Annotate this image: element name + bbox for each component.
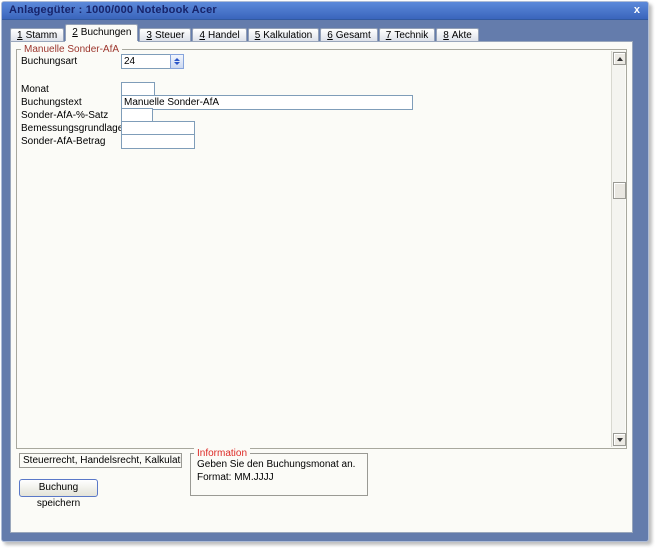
context-status-field: Steuerrecht, Handelsrecht, Kalkulation	[19, 453, 182, 468]
tab-buchungen[interactable]: 2 Buchungen	[65, 24, 139, 41]
tab-accel: 4	[199, 30, 205, 41]
tab-handel[interactable]: 4 Handel	[192, 28, 247, 41]
tab-label: Kalkulation	[263, 30, 313, 41]
tab-label: Gesamt	[335, 30, 371, 41]
titlebar: Anlagegüter : 1000/000 Notebook Acer x	[2, 2, 648, 20]
tab-page-buchungen: Manuelle Sonder-AfA Buchungsart Monat Bu…	[10, 41, 633, 533]
information-groupbox: Information Geben Sie den Buchungsmonat …	[190, 448, 368, 496]
sonder-afa-betrag-label: Sonder-AfA-Betrag	[21, 136, 106, 147]
field-row-buchungsart: Buchungsart	[17, 54, 626, 69]
sonder-afa-satz-label: Sonder-AfA-%-Satz	[21, 110, 109, 121]
scroll-down-button[interactable]	[613, 433, 626, 446]
buchung-speichern-button[interactable]: Buchung speichern	[19, 479, 98, 509]
spin-down-icon	[174, 62, 180, 65]
buchungsart-label: Buchungsart	[21, 56, 78, 67]
scroll-thumb[interactable]	[613, 182, 626, 199]
information-text-line2: Format: MM.JJJJ	[197, 472, 274, 483]
buchungsart-spinner-icon[interactable]	[170, 54, 184, 69]
field-row-sonder-afa-betrag: Sonder-AfA-Betrag	[17, 134, 626, 149]
close-icon[interactable]: x	[634, 3, 640, 18]
information-text-line1: Geben Sie den Buchungsmonat an.	[197, 459, 356, 470]
tab-gesamt[interactable]: 6 Gesamt	[320, 28, 378, 41]
vertical-scrollbar[interactable]	[611, 51, 626, 447]
manuelle-sonder-afa-groupbox: Manuelle Sonder-AfA Buchungsart Monat Bu…	[16, 44, 627, 449]
tab-akte[interactable]: 8 Akte	[436, 28, 479, 41]
tab-label: Technik	[394, 30, 429, 41]
buchungstext-label: Buchungstext	[21, 97, 82, 108]
tab-kalkulation[interactable]: 5 Kalkulation	[247, 28, 320, 41]
tab-label: Akte	[451, 30, 472, 41]
information-legend: Information	[194, 448, 251, 459]
arrow-down-icon	[616, 437, 623, 442]
tab-accel: 1	[17, 30, 23, 41]
tab-label: Buchungen	[80, 27, 132, 38]
tab-accel: 6	[327, 30, 333, 41]
buchungsart-input[interactable]	[121, 54, 171, 69]
field-row-buchungstext: Buchungstext	[17, 95, 626, 110]
tab-label: Handel	[208, 30, 240, 41]
tab-bar: 1 Stamm 2 Buchungen 3 Steuer 4 Handel 5 Kalku…	[10, 24, 480, 41]
window-title: Anlagegüter : 1000/000 Notebook Acer	[9, 4, 217, 16]
buchungstext-input[interactable]	[121, 95, 413, 110]
tab-label: Stamm	[25, 30, 58, 41]
arrow-up-icon	[616, 56, 623, 61]
bemessungsgrundlage-label: Bemessungsgrundlage	[21, 123, 124, 134]
tab-accel: 8	[443, 30, 449, 41]
field-row-bemessungsgrundlage: Bemessungsgrundlage	[17, 121, 626, 136]
app-window: Anlagegüter : 1000/000 Notebook Acer x 1…	[1, 1, 649, 542]
tab-accel: 3	[146, 30, 152, 41]
field-row-sonder-afa-satz: Sonder-AfA-%-Satz	[17, 108, 626, 123]
tab-accel: 5	[254, 30, 261, 41]
tab-steuer[interactable]: 3 Steuer	[139, 28, 192, 41]
tab-technik[interactable]: 7 Technik	[378, 28, 436, 41]
monat-label: Monat	[21, 84, 49, 95]
spin-up-icon	[174, 58, 180, 61]
sonder-afa-betrag-input[interactable]	[121, 134, 195, 149]
scroll-up-button[interactable]	[613, 52, 626, 65]
tab-label: Steuer	[154, 30, 185, 41]
groupbox-legend: Manuelle Sonder-AfA	[21, 44, 123, 55]
tab-stamm[interactable]: 1 Stamm	[10, 28, 65, 41]
tab-accel: 7	[385, 30, 392, 41]
tab-accel: 2	[72, 27, 78, 38]
